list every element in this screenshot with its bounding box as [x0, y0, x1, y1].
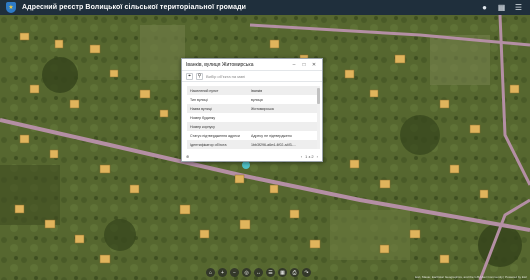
grid-icon[interactable]: ▦	[496, 2, 507, 13]
popup-title: Іванків, вулиця Житомирська	[186, 61, 254, 68]
app-title: Адресний реєстр Волицької сільської тери…	[22, 4, 247, 11]
locate-icon[interactable]: ◎	[242, 268, 251, 277]
attribute-row: Статус підтвердження адреси Адресу не пі…	[187, 131, 317, 140]
attribute-table: Населений пункт Іванків Тип вулиці вулиц…	[187, 86, 317, 149]
user-icon[interactable]: ●	[479, 2, 490, 13]
attribute-key: Статус підтвердження адреси	[190, 133, 240, 138]
next-feature-icon[interactable]: ›	[317, 154, 318, 159]
attribute-row: Номер корпусу	[187, 122, 317, 131]
attribute-key: Номер будинку	[190, 115, 216, 120]
attribute-row: Населений пункт Іванків	[187, 86, 317, 95]
scroll-thumb[interactable]	[317, 88, 320, 104]
app-header: ★ Адресний реєстр Волицької сільської те…	[0, 0, 530, 15]
attribute-row: Ідентифікатор об'єкта 1bb3f296-a6e4-4f02…	[187, 140, 317, 149]
logo-icon: ★	[6, 2, 16, 13]
select-feature-icon[interactable]: ⌖	[186, 72, 193, 80]
zoom-out-icon[interactable]: −	[230, 268, 239, 277]
popup-footer: ⊕ ‹ 1 з 2 ›	[182, 151, 322, 161]
attribute-row: Номер будинку	[187, 113, 317, 122]
attribute-key: Населений пункт	[190, 88, 219, 93]
popup-scrollbar[interactable]	[317, 86, 320, 149]
attribute-key: Тип вулиці	[190, 97, 208, 102]
share-icon[interactable]: ↷	[302, 268, 311, 277]
attribute-value: вулиця	[251, 97, 263, 102]
feature-search-input[interactable]: Вибір об'єкта на мапі	[206, 74, 318, 79]
attribute-key: Номер корпусу	[190, 124, 215, 129]
popup-header: Іванків, вулиця Житомирська – □ ✕	[182, 59, 322, 71]
menu-icon[interactable]: ☰	[513, 2, 524, 13]
attribute-value: Житомирська	[251, 106, 274, 111]
measure-icon[interactable]: ↔	[254, 268, 263, 277]
attribute-row: Тип вулиці вулиця	[187, 95, 317, 104]
dock-icon[interactable]: □	[300, 61, 308, 69]
zoom-to-icon[interactable]: ⊕	[186, 154, 189, 159]
search-icon[interactable]: ⚲	[196, 72, 203, 80]
attribute-value: Іванків	[251, 88, 263, 93]
attribute-row: Назва вулиці Житомирська	[187, 104, 317, 113]
attribute-key: Назва вулиці	[190, 106, 212, 111]
map-toolbar: ⌂ + − ◎ ↔ ☰ ▦ ⎙ ↷	[206, 268, 311, 278]
attribute-key: Ідентифікатор об'єкта	[190, 142, 227, 147]
feature-popup[interactable]: Іванків, вулиця Житомирська – □ ✕ ⌖ ⚲ Ви…	[181, 58, 323, 162]
prev-feature-icon[interactable]: ‹	[301, 154, 302, 159]
print-icon[interactable]: ⎙	[290, 268, 299, 277]
zoom-in-icon[interactable]: +	[218, 268, 227, 277]
feature-pager: 1 з 2	[305, 153, 314, 159]
selected-feature-marker	[242, 161, 250, 169]
layers-icon[interactable]: ☰	[266, 268, 275, 277]
attribute-value: 1bb3f296-a6e4-4f02-a4f3-...	[251, 142, 296, 147]
close-icon[interactable]: ✕	[310, 61, 318, 69]
basemap-icon[interactable]: ▦	[278, 268, 287, 277]
map-attribution: Esri, Maxar, Earthstar Geographics, and …	[415, 275, 527, 279]
popup-toolbar: ⌖ ⚲ Вибір об'єкта на мапі	[182, 71, 322, 82]
attribute-value: Адресу не підтверджено	[251, 133, 292, 138]
minimize-icon[interactable]: –	[290, 61, 298, 69]
home-icon[interactable]: ⌂	[206, 268, 215, 277]
